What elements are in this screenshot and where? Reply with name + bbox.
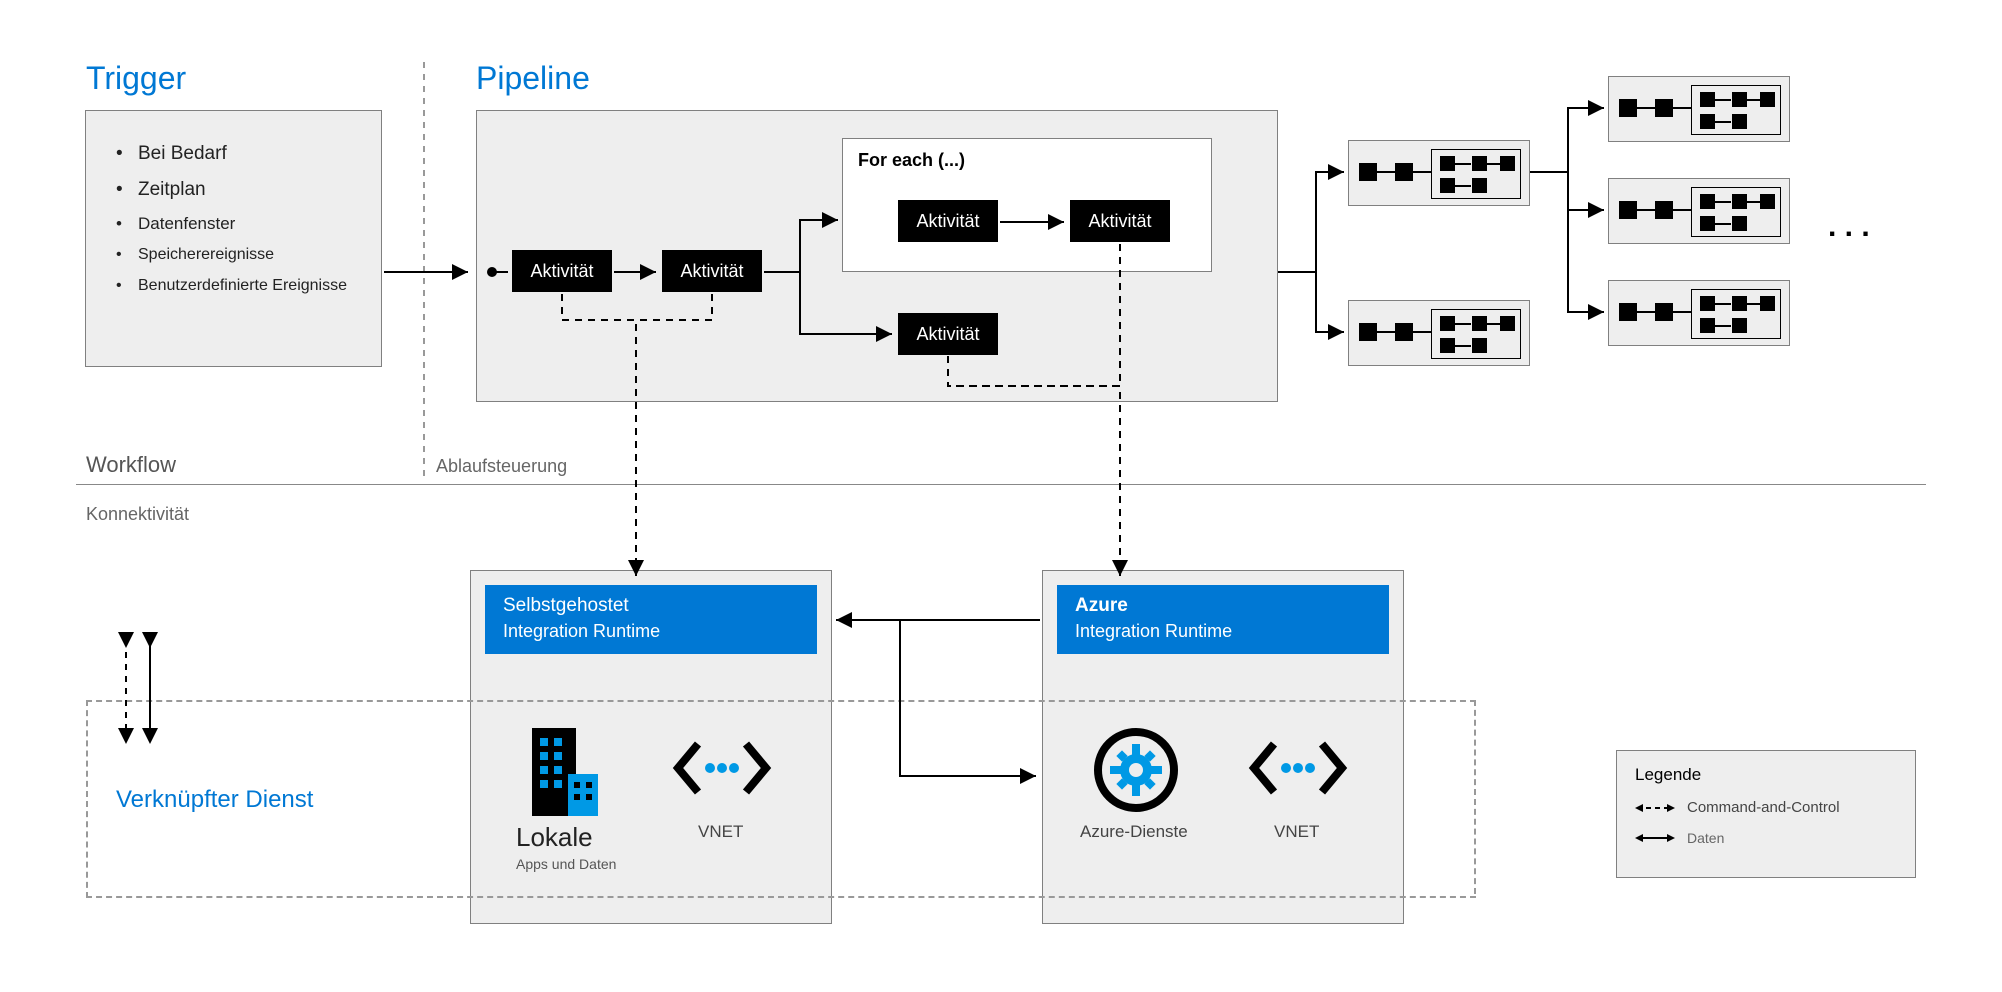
linked-service-title: Verknüpfter Dienst (116, 786, 313, 814)
selfhosted-runtime-header: Selbstgehostet Integration Runtime (485, 585, 817, 654)
trigger-item: Datenfenster (116, 208, 361, 240)
legend-box: Legende Command-and-Control Daten (1616, 750, 1916, 878)
legend-row: Command-and-Control (1635, 799, 1897, 816)
trigger-item: Benutzerdefinierte Ereignisse (116, 271, 361, 301)
azure-runtime-header: Azure Integration Runtime (1057, 585, 1389, 654)
activity-box: Aktivität (898, 200, 998, 242)
azure-line1: Azure (1075, 595, 1371, 617)
connectivity-label: Konnektivität (86, 504, 189, 525)
workflow-label: Workflow (86, 452, 176, 478)
activity-box: Aktivität (1070, 200, 1170, 242)
mini-pipeline (1348, 300, 1530, 366)
legend-text: Command-and-Control (1687, 799, 1840, 816)
trigger-title: Trigger (86, 60, 186, 97)
foreach-label: For each (...) (858, 150, 965, 171)
trigger-list: Bei Bedarf Zeitplan Datenfenster Speiche… (86, 111, 381, 301)
activity-box: Aktivität (662, 250, 762, 292)
bidir-arrows-icon (110, 628, 170, 748)
linked-service-right-edge (1474, 700, 1476, 894)
mini-pipeline (1348, 140, 1530, 206)
solid-arrow-icon (1635, 832, 1675, 844)
mini-pipeline (1608, 178, 1790, 244)
trigger-box: Bei Bedarf Zeitplan Datenfenster Speiche… (85, 110, 382, 367)
trigger-item: Speicherereignisse (116, 240, 361, 270)
mini-pipeline (1608, 280, 1790, 346)
trigger-item: Zeitplan (116, 172, 361, 208)
selfhosted-line1: Selbstgehostet (503, 595, 799, 617)
ellipsis: . . . (1828, 210, 1870, 244)
legend-title: Legende (1635, 765, 1897, 785)
activity-box: Aktivität (512, 250, 612, 292)
azure-line2: Integration Runtime (1075, 621, 1371, 642)
pipeline-title: Pipeline (476, 60, 590, 97)
selfhosted-line2: Integration Runtime (503, 621, 799, 642)
legend-row: Daten (1635, 830, 1897, 846)
dashed-arrow-icon (1635, 802, 1675, 814)
legend-text: Daten (1687, 830, 1724, 846)
trigger-item: Bei Bedarf (116, 136, 361, 172)
mini-pipeline (1608, 76, 1790, 142)
flowcontrol-label: Ablaufsteuerung (436, 456, 567, 477)
activity-box: Aktivität (898, 313, 998, 355)
